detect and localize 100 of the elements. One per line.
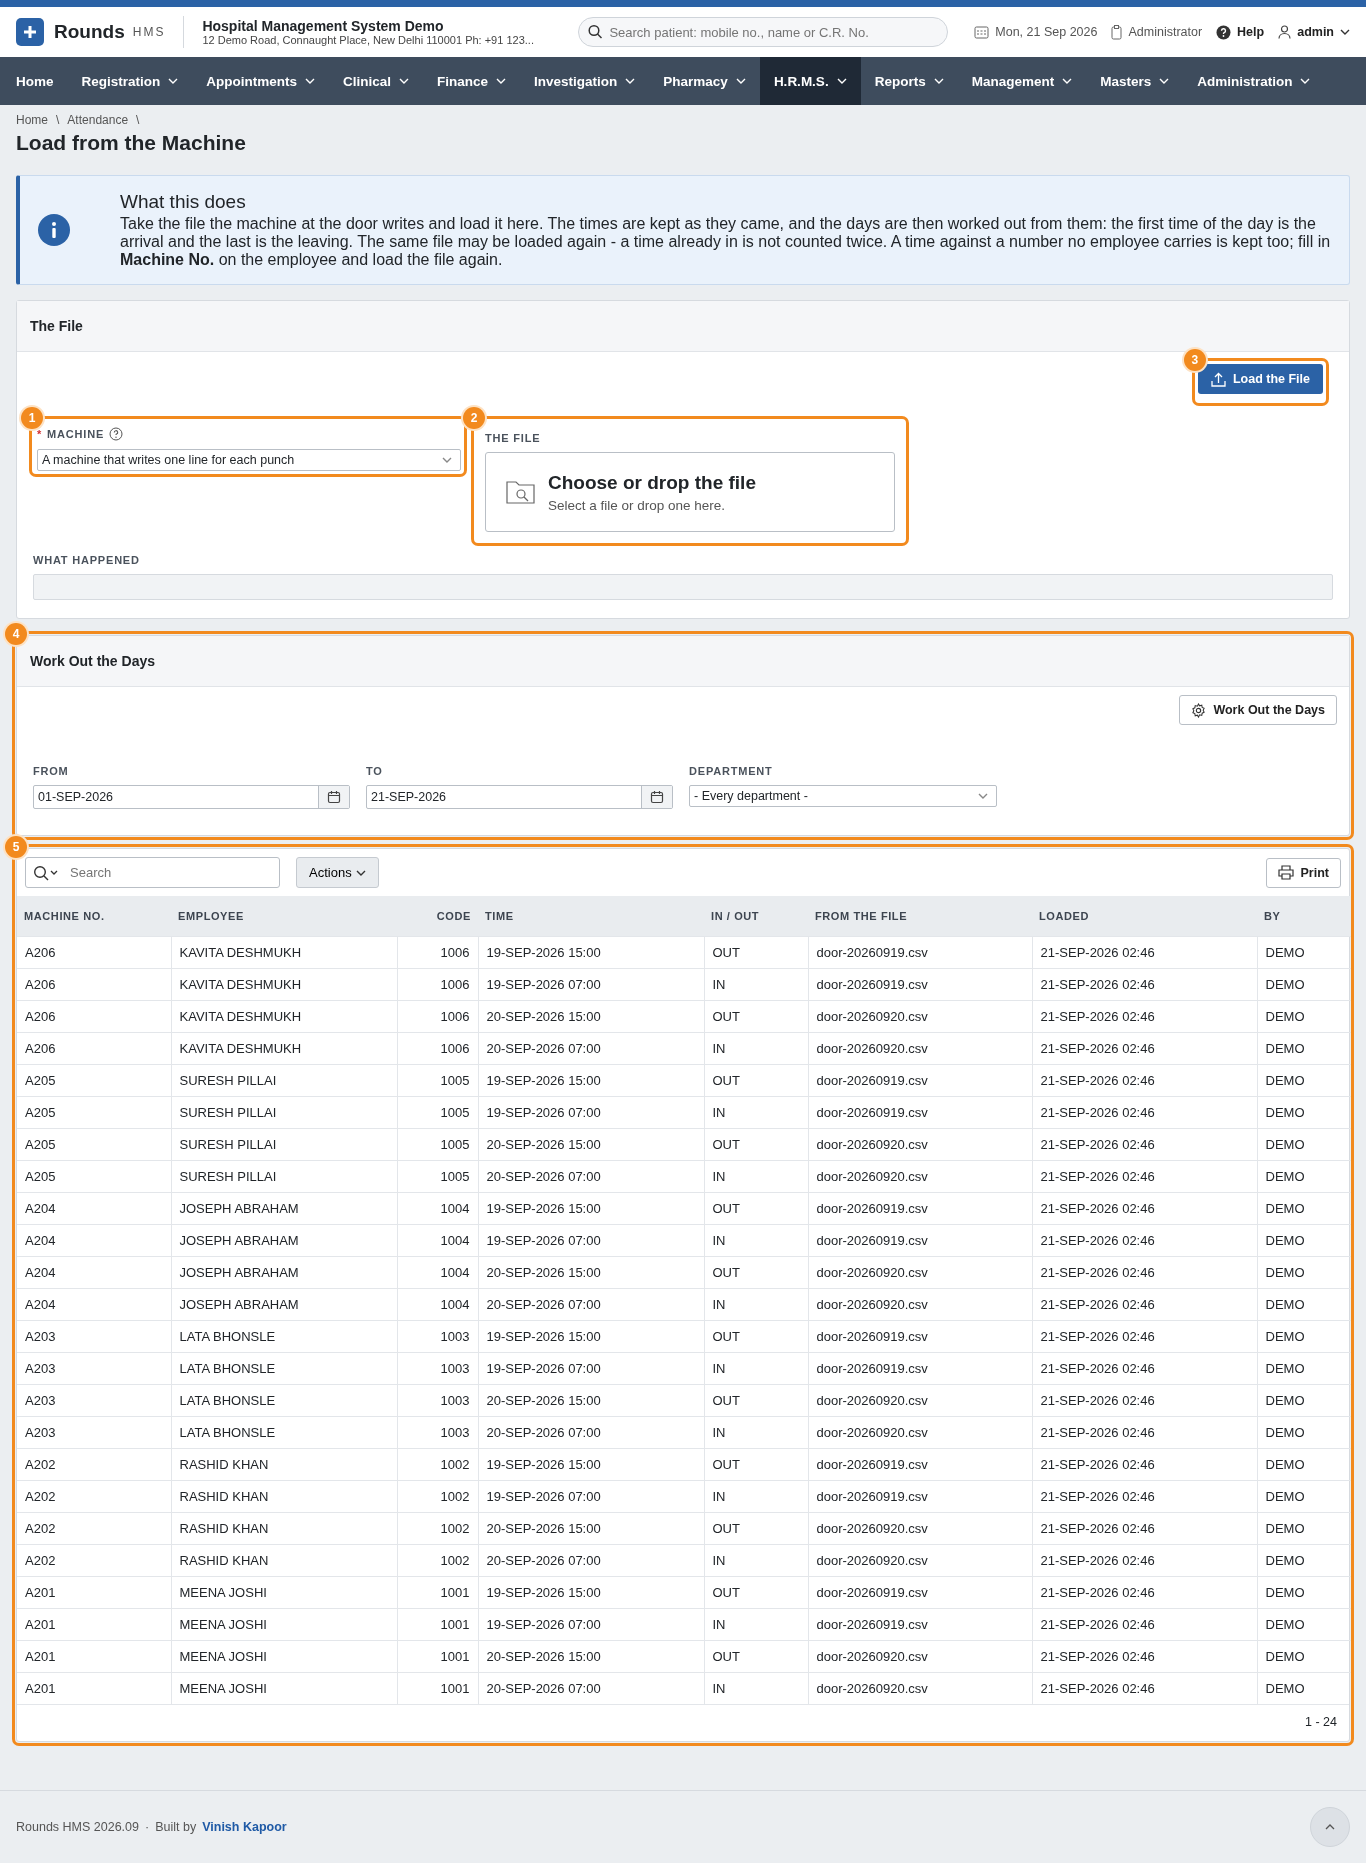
table-cell: DEMO	[1257, 1064, 1351, 1097]
table-cell: A204	[17, 1288, 171, 1321]
table-cell: DEMO	[1257, 1000, 1351, 1033]
card-title: The File	[30, 318, 83, 334]
table-cell: MEENA JOSHI	[171, 1672, 397, 1704]
field-label: THE FILE	[485, 432, 542, 444]
table-cell: 21-SEP-2026 02:46	[1032, 1352, 1257, 1385]
file-drop-zone[interactable]: Choose or drop the file Select a file or drop one here.	[485, 452, 895, 532]
nav-menu-item[interactable]: Reports	[860, 57, 958, 105]
table-cell: A201	[17, 1608, 171, 1641]
table-cell: 20-SEP-2026 15:00	[478, 1128, 704, 1161]
nav-menu-item[interactable]: Clinical	[329, 57, 424, 105]
table-cell: A202	[17, 1544, 171, 1577]
table-cell: DEMO	[1257, 1672, 1351, 1704]
table-cell: 1006	[397, 1032, 478, 1065]
breadcrumb-link[interactable]: Attendance	[67, 113, 129, 127]
table-cell: DEMO	[1257, 1608, 1351, 1641]
machine-select[interactable]: A machine that writes one line for each punch	[37, 449, 461, 471]
nav-menu-item[interactable]: Pharmacy	[649, 57, 760, 105]
table-cell: door-20260920.csv	[808, 1544, 1032, 1577]
drop-zone-hint: Select a file or drop one here.	[548, 497, 727, 513]
table-cell: IN	[704, 1352, 808, 1385]
table-cell: A202	[17, 1448, 171, 1481]
table-cell: 20-SEP-2026 07:00	[478, 1544, 704, 1577]
table-cell: A205	[17, 1160, 171, 1193]
nav-menu-item[interactable]: Appointments	[192, 57, 330, 105]
table-cell: 21-SEP-2026 02:46	[1032, 1416, 1257, 1449]
table-cell: 19-SEP-2026 15:00	[478, 1192, 704, 1225]
table-cell: JOSEPH ABRAHAM	[171, 1256, 397, 1289]
table-cell: A206	[17, 1032, 171, 1065]
pagination-range: 1 - 24	[1305, 1715, 1337, 1729]
table-cell: 21-SEP-2026 02:46	[1032, 1032, 1257, 1065]
table-cell: door-20260919.csv	[808, 968, 1032, 1001]
table-cell: 19-SEP-2026 15:00	[478, 1576, 704, 1609]
table-cell: OUT	[704, 936, 808, 969]
column-header[interactable]: TIME	[478, 896, 704, 937]
column-header[interactable]: IN / OUT	[704, 896, 808, 937]
field-label: WHAT HAPPENED	[33, 554, 141, 566]
help-link[interactable]: Help	[1216, 24, 1265, 40]
table-cell: 21-SEP-2026 02:46	[1032, 936, 1257, 969]
table-cell: A205	[17, 1096, 171, 1129]
column-header[interactable]: LOADED	[1032, 896, 1257, 937]
table-cell: 21-SEP-2026 02:46	[1032, 1256, 1257, 1289]
table-cell: DEMO	[1257, 1640, 1351, 1673]
table-cell: KAVITA DESHMUKH	[171, 936, 397, 969]
table-cell: SURESH PILLAI	[171, 1128, 397, 1161]
table-cell: 1003	[397, 1384, 478, 1417]
nav-menu-item[interactable]: Masters	[1086, 57, 1184, 105]
nav-menu-item[interactable]: Administration	[1183, 57, 1325, 105]
print-button[interactable]: Print	[1265, 857, 1341, 888]
table-cell: A203	[17, 1384, 171, 1417]
column-header[interactable]: CODE	[397, 896, 478, 937]
actions-menu-button[interactable]: Actions	[296, 857, 379, 888]
table-cell: door-20260919.csv	[808, 1192, 1032, 1225]
table-cell: OUT	[704, 1384, 808, 1417]
breadcrumb-link[interactable]: Home	[16, 113, 48, 127]
department-select[interactable]: - Every department -	[689, 785, 997, 807]
patient-search-field[interactable]: Search patient: mobile no., name or C.R. No.	[578, 17, 949, 47]
user-menu[interactable]: admin	[1278, 25, 1350, 39]
table-cell: door-20260920.csv	[808, 1416, 1032, 1449]
nav-menu-item[interactable]: H.R.M.S.	[759, 57, 861, 105]
column-header[interactable]: EMPLOYEE	[171, 896, 397, 937]
table-cell: RASHID KHAN	[171, 1480, 397, 1513]
breadcrumb-separator: \	[56, 113, 60, 127]
info-text: Take the file the machine at the door writes and load it here. The times are kept as they came, and the days are then worked out from them: the first time of the day is the arrival and the last is the leaving. The same file may be loaded again - a time already in is not counted twice. A time against a number no employee carries is kept too; fill in Machine No. on the employee and load the file again.	[120, 215, 1332, 269]
table-cell: IN	[704, 1032, 808, 1065]
table-cell: door-20260920.csv	[808, 1640, 1032, 1673]
work-out-days-button[interactable]: Work Out the Days	[1179, 695, 1337, 725]
load-file-button[interactable]: Load the File	[1197, 364, 1323, 394]
nav-menu-item[interactable]: Registration	[67, 57, 193, 105]
nav-menu-item[interactable]: Management	[957, 57, 1087, 105]
table-cell: DEMO	[1257, 936, 1351, 969]
table-cell: 21-SEP-2026 02:46	[1032, 1672, 1257, 1704]
table-cell: A203	[17, 1416, 171, 1449]
table-cell: 21-SEP-2026 02:46	[1032, 1224, 1257, 1257]
from-date-field[interactable]: 01-SEP-2026	[33, 785, 350, 809]
table-cell: A203	[17, 1320, 171, 1353]
table-cell: A201	[17, 1672, 171, 1704]
table-cell: A202	[17, 1480, 171, 1513]
table-cell: 1006	[397, 968, 478, 1001]
table-cell: DEMO	[1257, 1480, 1351, 1513]
table-cell: door-20260919.csv	[808, 1096, 1032, 1129]
table-cell: DEMO	[1257, 1256, 1351, 1289]
table-search-field[interactable]: Search	[25, 857, 280, 888]
nav-menu-item[interactable]: Finance	[423, 57, 521, 105]
table-cell: IN	[704, 1288, 808, 1321]
column-header[interactable]: BY	[1257, 896, 1351, 937]
table-cell: IN	[704, 1480, 808, 1513]
column-header[interactable]: MACHINE NO.	[17, 896, 171, 937]
table-cell: 19-SEP-2026 07:00	[478, 1352, 704, 1385]
author-link[interactable]: Vinish Kapoor	[202, 1820, 287, 1834]
to-date-field[interactable]: 21-SEP-2026	[366, 785, 673, 809]
table-cell: RASHID KHAN	[171, 1544, 397, 1577]
table-cell: A202	[17, 1512, 171, 1545]
table-cell: DEMO	[1257, 1128, 1351, 1161]
nav-menu-item[interactable]: Home	[2, 57, 68, 105]
table-cell: SURESH PILLAI	[171, 1064, 397, 1097]
column-header[interactable]: FROM THE FILE	[808, 896, 1032, 937]
nav-menu-item[interactable]: Investigation	[520, 57, 650, 105]
table-cell: RASHID KHAN	[171, 1448, 397, 1481]
